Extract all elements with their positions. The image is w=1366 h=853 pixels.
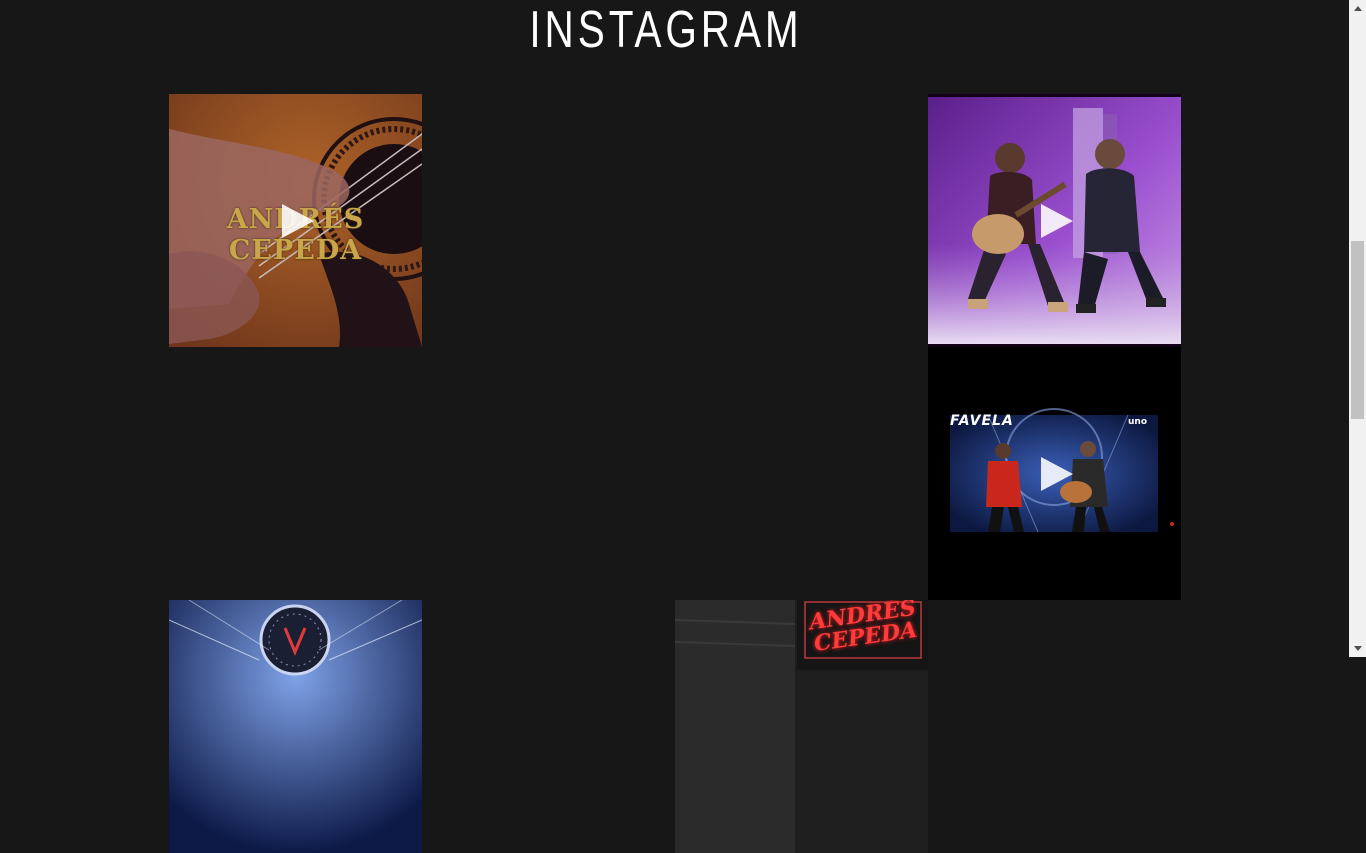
- scroll-up-button[interactable]: [1349, 0, 1366, 17]
- channel-logo: uno: [1128, 417, 1147, 427]
- instagram-post-3[interactable]: FAVELA uno: [928, 347, 1181, 600]
- play-icon: [281, 203, 314, 238]
- scroll-down-button[interactable]: [1349, 640, 1366, 657]
- instagram-post-2[interactable]: [928, 94, 1181, 347]
- show-title-overlay: FAVELA: [950, 413, 1014, 429]
- instagram-post-1[interactable]: ANDRÉS CEPEDA: [169, 94, 422, 347]
- instagram-section-title: INSTAGRAM: [529, 1, 803, 59]
- instagram-post-5[interactable]: ANDRÉS CEPEDA: [675, 600, 928, 853]
- play-icon: [1040, 456, 1073, 491]
- stage-lights-thumbnail: [169, 600, 422, 853]
- vertical-scrollbar[interactable]: [1349, 0, 1366, 657]
- play-icon: [1040, 203, 1073, 238]
- instagram-post-4[interactable]: [169, 600, 422, 853]
- scroll-down-arrow-icon: [1353, 646, 1362, 651]
- scrollbar-thumb[interactable]: [1351, 241, 1364, 419]
- scroll-up-arrow-icon: [1353, 6, 1362, 11]
